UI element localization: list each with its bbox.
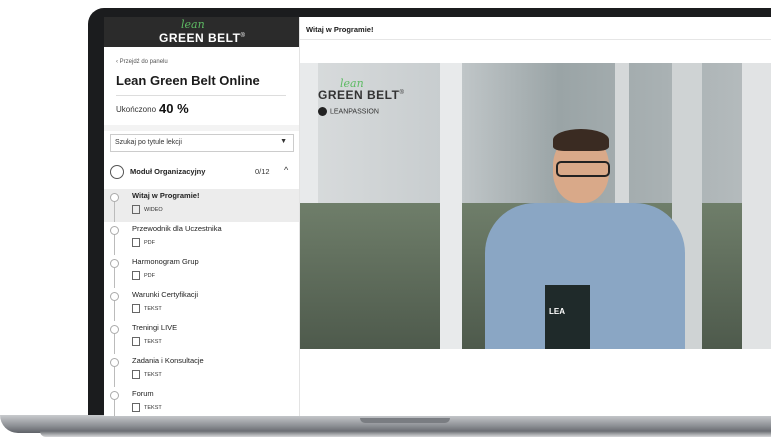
lesson-status-circle-icon	[110, 391, 119, 400]
module-count: 0/12	[255, 167, 270, 176]
timeline-line	[114, 400, 115, 416]
lesson-type: TEKST	[132, 370, 162, 379]
screen: lean GREEN BELT® ‹ Przejdź do panelu Lea…	[104, 17, 771, 416]
lesson-status-circle-icon	[110, 226, 119, 235]
text-icon	[132, 337, 140, 346]
course-title: Lean Green Belt Online	[116, 73, 260, 88]
search-placeholder: Szukaj po tytule lekcji	[115, 139, 182, 146]
lesson-item[interactable]: Przewodnik dla Uczestnika PDF	[104, 222, 299, 255]
video-player[interactable]: lean GREEN BELT® LEANPASSION LEA	[300, 63, 771, 349]
caret-down-icon: ▼	[280, 138, 287, 145]
lesson-status-circle-icon	[110, 358, 119, 367]
video-icon	[132, 205, 140, 214]
lesson-title: Przewodnik dla Uczestnika	[132, 224, 222, 233]
lesson-type: TEKST	[132, 304, 162, 313]
divider	[104, 125, 299, 131]
brand-logo: GREEN BELT®	[159, 31, 245, 45]
timeline-line	[114, 235, 115, 255]
lesson-status-circle-icon	[110, 292, 119, 301]
lesson-type: WIDEO	[132, 205, 163, 214]
lesson-type-label: WIDEO	[144, 206, 163, 213]
main-content: Witaj w Programie! lean GREEN BELT® LEAN…	[300, 17, 771, 416]
lesson-type: TEKST	[132, 403, 162, 412]
brand-script: lean	[181, 18, 205, 31]
timeline-line	[114, 301, 115, 321]
brand-mark: ®	[240, 33, 246, 39]
timeline-line	[114, 367, 115, 387]
sidebar: lean GREEN BELT® ‹ Przejdź do panelu Lea…	[104, 17, 300, 416]
lesson-title: Zadania i Konsultacje	[132, 356, 204, 365]
lesson-title: Warunki Certyfikacji	[132, 290, 198, 299]
laptop-base-shadow	[40, 431, 771, 437]
lesson-status-circle-icon	[110, 325, 119, 334]
partner-name: LEANPASSION	[330, 108, 379, 116]
book-cover: LEA	[545, 285, 590, 349]
text-icon	[132, 304, 140, 313]
lesson-type-label: PDF	[144, 272, 155, 279]
presenter-hair	[553, 129, 609, 151]
timeline-line	[114, 202, 115, 222]
laptop-hinge	[360, 418, 450, 423]
lesson-type-label: TEKST	[144, 305, 162, 312]
lesson-type: PDF	[132, 238, 155, 247]
module-name: Moduł Organizacyjny	[130, 167, 206, 176]
lesson-type-label: TEKST	[144, 404, 162, 411]
lesson-item[interactable]: Zadania i Konsultacje TEKST	[104, 354, 299, 387]
video-logo-name: GREEN BELT	[318, 88, 400, 102]
chevron-up-icon[interactable]: ^	[284, 165, 288, 175]
brand-name: GREEN BELT	[159, 31, 241, 45]
lesson-type-label: TEKST	[144, 338, 162, 345]
module-status-circle-icon	[110, 165, 124, 179]
partner-logo: LEANPASSION	[318, 107, 379, 116]
video-logo-mark: ®	[399, 90, 405, 96]
lesson-status-circle-icon	[110, 193, 119, 202]
presenter-glasses	[556, 161, 610, 177]
progress-label: Ukończono	[116, 105, 157, 114]
lesson-item[interactable]: Harmonogram Grup PDF	[104, 255, 299, 288]
window-frame	[440, 63, 462, 349]
lesson-type-label: TEKST	[144, 371, 162, 378]
lesson-title: Treningi LIVE	[132, 323, 178, 332]
book-title: LEA	[549, 307, 565, 316]
divider	[116, 95, 286, 96]
lesson-heading: Witaj w Programie!	[306, 25, 374, 34]
back-to-panel-link[interactable]: ‹ Przejdź do panelu	[116, 59, 168, 65]
video-logo: GREEN BELT®	[318, 88, 404, 102]
lesson-type: TEKST	[132, 337, 162, 346]
lesson-item[interactable]: Warunki Certyfikacji TEKST	[104, 288, 299, 321]
lesson-title: Harmonogram Grup	[132, 257, 199, 266]
lesson-type-label: PDF	[144, 239, 155, 246]
leanpassion-icon	[318, 107, 327, 116]
document-icon	[132, 271, 140, 280]
lesson-status-circle-icon	[110, 259, 119, 268]
lesson-item[interactable]: Treningi LIVE TEKST	[104, 321, 299, 354]
module-header[interactable]: Moduł Organizacyjny 0/12 ^	[104, 157, 299, 187]
lesson-item[interactable]: Witaj w Programie! WIDEO	[104, 189, 299, 222]
lesson-search-dropdown[interactable]: Szukaj po tytule lekcji ▼	[110, 134, 294, 152]
lesson-type: PDF	[132, 271, 155, 280]
window-frame	[742, 63, 771, 349]
timeline-line	[114, 268, 115, 288]
lesson-title: Forum	[132, 389, 154, 398]
progress-value: 40 %	[159, 101, 189, 116]
divider	[300, 39, 771, 40]
text-icon	[132, 403, 140, 412]
brand-header: lean GREEN BELT®	[104, 17, 299, 47]
timeline-line	[114, 334, 115, 354]
lesson-title: Witaj w Programie!	[132, 191, 200, 200]
lesson-item[interactable]: Forum TEKST	[104, 387, 299, 416]
document-icon	[132, 238, 140, 247]
text-icon	[132, 370, 140, 379]
